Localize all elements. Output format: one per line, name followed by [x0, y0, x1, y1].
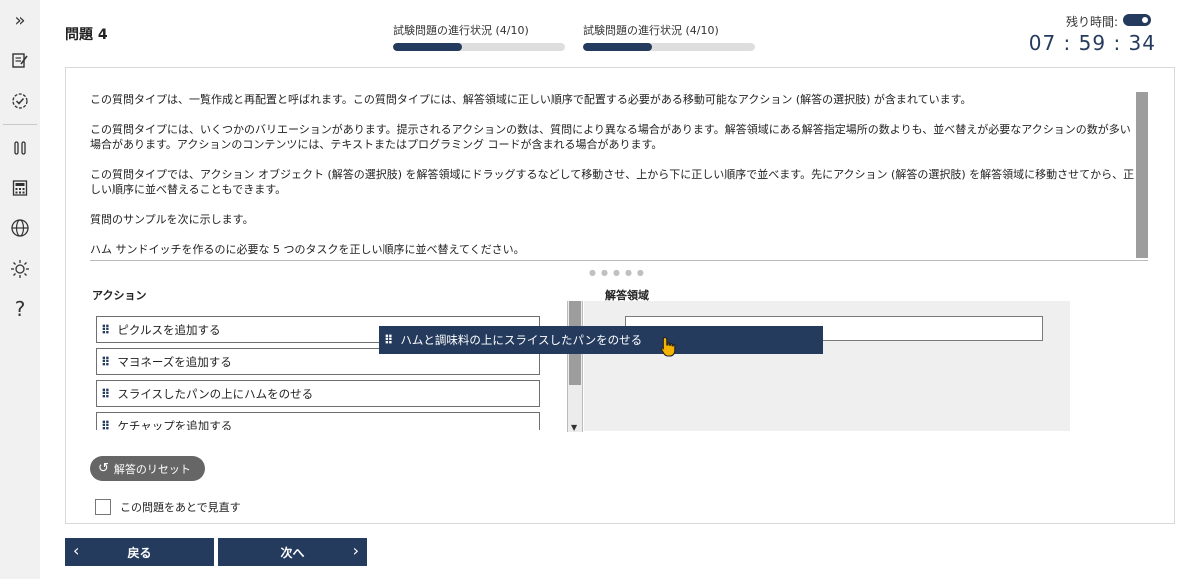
action-item[interactable]: ⠿ スライスしたパンの上にハムをのせる [96, 380, 540, 407]
rail-divider [3, 124, 37, 125]
left-toolbar: » ? [0, 0, 40, 579]
reset-answer-button[interactable]: ↺ 解答のリセット [90, 456, 205, 481]
review-later-checkbox[interactable] [95, 499, 111, 515]
action-item-label: ケチャップを追加する [117, 418, 233, 431]
progress-label: 試験問題の進行状況 (4/10) [393, 24, 529, 37]
pause-icon[interactable] [0, 134, 40, 162]
progress-bar [583, 43, 755, 51]
timer-visibility-toggle[interactable] [1123, 14, 1151, 26]
drag-handle-icon: ⠿ [101, 322, 110, 337]
description-paragraph: ハム サンドイッチを作るのに必要な 5 つのタスクを正しい順序に並べ替えてくださ… [90, 243, 525, 256]
question-title: 問題 4 [65, 27, 108, 43]
timer-value: 07 : 59 : 34 [1028, 31, 1156, 55]
review-later-label: この問題をあとで見直す [120, 501, 241, 514]
brightness-icon[interactable] [0, 255, 40, 283]
hand-cursor-icon [660, 336, 678, 363]
calculator-icon[interactable] [0, 174, 40, 202]
review-later: この問題をあとで見直す [95, 499, 241, 515]
splitter-handle[interactable]: ●●●●● [589, 268, 649, 277]
progress-fill [393, 43, 462, 51]
answer-area[interactable] [584, 301, 1070, 431]
description-paragraph: この質問タイプでは、アクション オブジェクト (解答の選択肢) を解答領域にドラ… [90, 168, 1135, 196]
progress-label: 試験問題の進行状況 (4/10) [583, 24, 719, 37]
action-item-label: ピクルスを追加する [117, 322, 221, 337]
progress-indicator-2: 試験問題の進行状況 (4/10) [583, 22, 755, 51]
next-button-label: 次へ [280, 545, 305, 560]
drag-handle-icon: ⠿ [101, 418, 110, 431]
globe-icon[interactable] [0, 214, 40, 242]
back-button-label: 戻る [127, 545, 152, 560]
help-icon[interactable]: ? [0, 295, 40, 323]
description-paragraph: この質問タイプには、いくつかのバリエーションがあります。提示されるアクションの数… [90, 123, 1131, 151]
description-paragraph: この質問タイプは、一覧作成と再配置と呼ばれます。この質問タイプには、解答領域に正… [90, 93, 972, 106]
reset-button-label: 解答のリセット [113, 462, 191, 476]
check-circle-icon[interactable] [0, 87, 40, 115]
description-paragraph: 質問のサンプルを次に示します。 [90, 213, 254, 226]
description-scrollbar[interactable] [1136, 92, 1148, 258]
drag-handle-icon: ⠿ [101, 386, 110, 401]
question-panel: この質問タイプは、一覧作成と再配置と呼ばれます。この質問タイプには、解答領域に正… [65, 67, 1175, 524]
question-description: この質問タイプは、一覧作成と再配置と呼ばれます。この質問タイプには、解答領域に正… [90, 92, 1135, 272]
drag-handle-icon: ⠿ [101, 354, 110, 369]
scroll-down-arrow-icon[interactable]: ▼ [571, 423, 577, 432]
actions-scrollbar[interactable]: ▼ [567, 301, 583, 432]
time-remaining-label: 残り時間: [1065, 15, 1118, 29]
next-button[interactable]: › 次へ [218, 538, 367, 566]
actions-label: アクション [92, 289, 147, 302]
progress-indicator-1: 試験問題の進行状況 (4/10) [393, 22, 565, 51]
chevron-right-icon: › [352, 541, 359, 560]
expand-panel-icon[interactable]: » [0, 6, 40, 34]
action-item-label: スライスしたパンの上にハムをのせる [117, 386, 314, 401]
reset-icon: ↺ [98, 461, 109, 476]
back-button[interactable]: ‹ 戻る [65, 538, 214, 566]
progress-fill [583, 43, 652, 51]
drag-handle-icon: ⠿ [384, 333, 393, 347]
action-item-label: マヨネーズを追加する [117, 354, 232, 369]
chevron-left-icon: ‹ [73, 541, 80, 560]
dragging-item-label: ハムと調味料の上にスライスしたパンをのせる [400, 333, 643, 347]
splitter-line [90, 260, 1148, 261]
progress-bar [393, 43, 565, 51]
edit-note-icon[interactable] [0, 46, 40, 74]
action-item[interactable]: ⠿ ケチャップを追加する [96, 412, 540, 430]
dragging-action-item[interactable]: ⠿ ハムと調味料の上にスライスしたパンをのせる [379, 326, 823, 354]
